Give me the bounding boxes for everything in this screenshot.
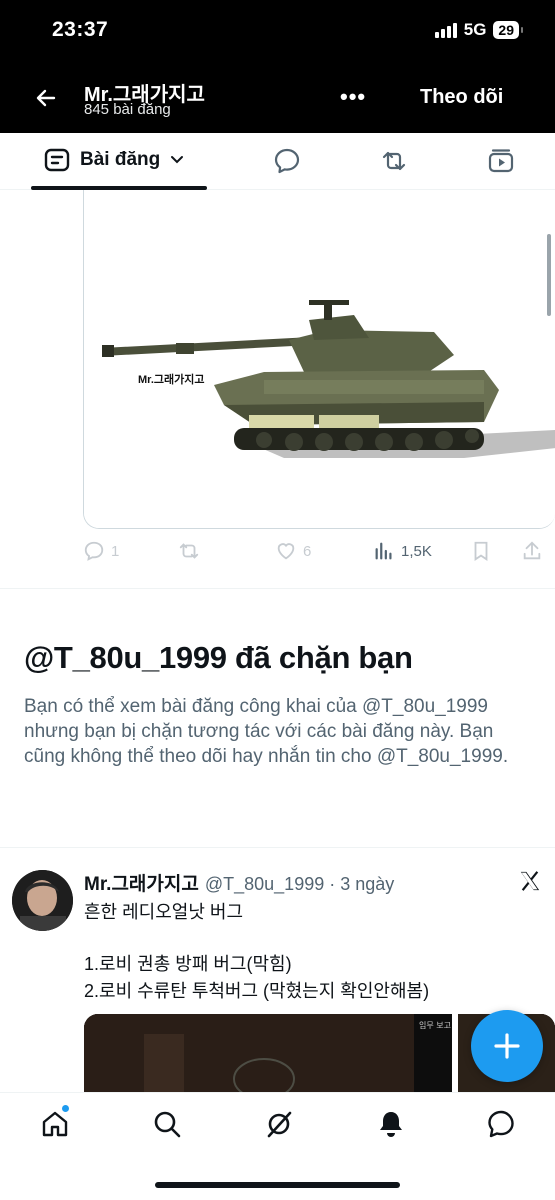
views-icon: [375, 542, 392, 560]
avatar-image: [12, 870, 73, 931]
tab-reposts-icon[interactable]: [380, 147, 408, 175]
notifications-icon[interactable]: [376, 1109, 406, 1139]
bookmark-icon[interactable]: [470, 540, 492, 562]
follow-button[interactable]: Theo dõi: [420, 86, 503, 109]
heart-icon: [277, 543, 295, 560]
view-count: 1,5K: [401, 542, 432, 560]
reply-icon: [84, 541, 104, 561]
top-header: 23:37 5G 29 Mr.그래가지고 845 bài đăng ••• Th…: [0, 0, 555, 133]
post-count: 845 bài đăng: [84, 101, 171, 118]
tweet-text-line: 1.로비 권총 방패 버그(막힘): [84, 954, 292, 974]
x-logo-icon: [520, 871, 540, 891]
home-indicator: [155, 1182, 400, 1188]
reply-action[interactable]: 1: [83, 540, 119, 562]
profile-tabs: Bài đăng: [0, 133, 555, 190]
status-indicators: 5G 29: [434, 20, 523, 40]
post-actions: 1 6 1,5K: [83, 540, 555, 564]
status-time: 23:37: [52, 18, 109, 41]
post-image-card[interactable]: Mr.그래가지고: [83, 190, 555, 529]
share-icon[interactable]: [521, 540, 543, 562]
battery-icon: 29: [493, 21, 523, 39]
avatar[interactable]: [12, 870, 73, 931]
blocked-description: Bạn có thể xem bài đăng công khai của @T…: [24, 696, 509, 767]
notification-dot: [62, 1105, 69, 1112]
divider: [0, 847, 555, 848]
messages-icon[interactable]: [486, 1109, 516, 1139]
tab-replies-icon[interactable]: [273, 147, 301, 175]
chevron-down-icon: [171, 156, 184, 164]
like-count: 6: [303, 542, 312, 560]
plus-icon: [494, 1033, 520, 1059]
reply-count: 1: [111, 542, 120, 560]
tab-posts-label: Bài đăng: [80, 149, 161, 170]
signal-icon: [434, 22, 457, 38]
repost-icon: [179, 543, 199, 559]
blocked-title: @T_80u_1999 đã chặn bạn: [24, 640, 413, 675]
grok-icon[interactable]: [264, 1109, 294, 1139]
home-icon[interactable]: [40, 1109, 70, 1139]
repost-action[interactable]: [178, 540, 206, 562]
divider: [0, 588, 555, 589]
image-watermark: Mr.그래가지고: [138, 374, 205, 386]
media-label: 임무 보고: [419, 1021, 451, 1030]
tweet-header: Mr.그래가지고 @T_80u_1999 · 3 ngày: [84, 869, 394, 896]
tweet-handle-time: @T_80u_1999 · 3 ngày: [204, 874, 395, 894]
like-action[interactable]: 6: [275, 540, 311, 562]
back-arrow-icon[interactable]: [34, 86, 58, 110]
tweet-author-name[interactable]: Mr.그래가지고: [84, 869, 199, 896]
tab-posts[interactable]: Bài đăng: [44, 147, 184, 173]
network-type: 5G: [463, 20, 487, 39]
tweet-text-line: 흔한 레디오얼낫 버그: [84, 902, 244, 922]
tank-image: [84, 190, 555, 528]
views-action[interactable]: 1,5K: [373, 540, 432, 562]
compose-post-button[interactable]: [471, 1010, 543, 1082]
tweet-text-line: 2.로비 수류탄 투척버그 (막혔는지 확인안해봄): [84, 981, 430, 1001]
tab-media-icon[interactable]: [487, 147, 515, 175]
scrollbar[interactable]: [547, 234, 551, 316]
posts-tab-icon: [44, 148, 70, 172]
more-options-button[interactable]: •••: [340, 84, 366, 110]
search-icon[interactable]: [152, 1109, 182, 1139]
